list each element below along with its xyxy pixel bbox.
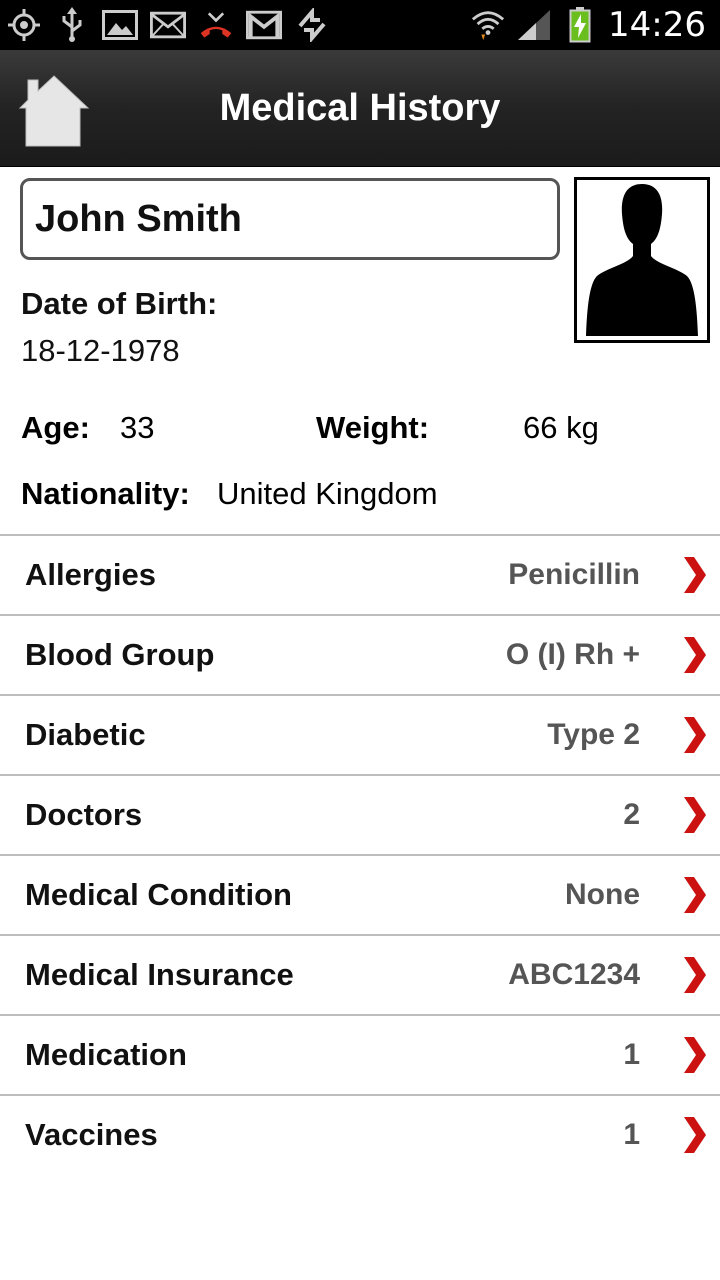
item-value: None xyxy=(565,878,640,911)
list-item-medication[interactable]: Medication 1 xyxy=(0,1014,720,1094)
gallery-icon xyxy=(102,7,138,43)
age-label: Age: xyxy=(21,410,90,445)
list-item-diabetic[interactable]: Diabetic Type 2 xyxy=(0,694,720,774)
chevron-right-icon xyxy=(684,957,706,993)
item-label: Medical Condition xyxy=(25,877,292,912)
email-icon xyxy=(150,7,186,43)
chevron-right-icon xyxy=(684,797,706,833)
signal-icon xyxy=(516,7,552,43)
list-item-vaccines[interactable]: Vaccines 1 xyxy=(0,1094,720,1174)
age-value: 33 xyxy=(120,410,155,445)
list-item-medical-insurance[interactable]: Medical Insurance ABC1234 xyxy=(0,934,720,1014)
item-label: Blood Group xyxy=(25,637,215,672)
dob-value: 18-12-1978 xyxy=(21,333,180,368)
item-label: Allergies xyxy=(25,557,156,592)
person-silhouette-icon xyxy=(586,184,698,336)
item-value: 1 xyxy=(623,1038,640,1071)
gps-icon xyxy=(6,7,42,43)
chevron-right-icon xyxy=(684,717,706,753)
status-time: 14:26 xyxy=(608,5,706,45)
item-value: Type 2 xyxy=(547,718,640,751)
item-label: Diabetic xyxy=(25,717,146,752)
list-item-blood-group[interactable]: Blood Group O (I) Rh + xyxy=(0,614,720,694)
chevron-right-icon xyxy=(684,637,706,673)
name-field[interactable]: John Smith xyxy=(20,178,560,260)
item-label: Vaccines xyxy=(25,1117,158,1152)
list-item-medical-condition[interactable]: Medical Condition None xyxy=(0,854,720,934)
status-bar: 14:26 xyxy=(0,0,720,50)
profile-photo[interactable] xyxy=(574,177,710,343)
list-item-allergies[interactable]: Allergies Penicillin xyxy=(0,534,720,614)
item-value: 2 xyxy=(623,798,640,831)
nationality-label: Nationality: xyxy=(21,476,190,511)
dob-label: Date of Birth: xyxy=(21,286,218,321)
usb-icon xyxy=(54,7,90,43)
item-value: Penicillin xyxy=(508,558,640,591)
item-value: 1 xyxy=(623,1118,640,1151)
chevron-right-icon xyxy=(684,877,706,913)
medical-history-list: Allergies Penicillin Blood Group O (I) R… xyxy=(0,534,720,1174)
chevron-right-icon xyxy=(684,1117,706,1153)
item-label: Medical Insurance xyxy=(25,957,294,992)
nationality-value: United Kingdom xyxy=(217,476,438,511)
item-label: Doctors xyxy=(25,797,143,832)
battery-charging-icon xyxy=(562,7,598,43)
list-item-doctors[interactable]: Doctors 2 xyxy=(0,774,720,854)
chevron-right-icon xyxy=(684,557,706,593)
weight-value: 66 kg xyxy=(523,410,599,445)
item-value: O (I) Rh + xyxy=(505,638,640,671)
wifi-icon xyxy=(470,7,506,43)
page-title: Medical History xyxy=(219,87,501,129)
weight-label: Weight: xyxy=(316,410,430,445)
chevron-right-icon xyxy=(684,1037,706,1073)
item-value: ABC1234 xyxy=(508,958,640,991)
missed-call-icon xyxy=(198,7,234,43)
item-label: Medication xyxy=(25,1037,187,1072)
sync-icon xyxy=(294,7,330,43)
gmail-icon xyxy=(246,7,282,43)
title-bar: Medical History xyxy=(0,50,720,167)
